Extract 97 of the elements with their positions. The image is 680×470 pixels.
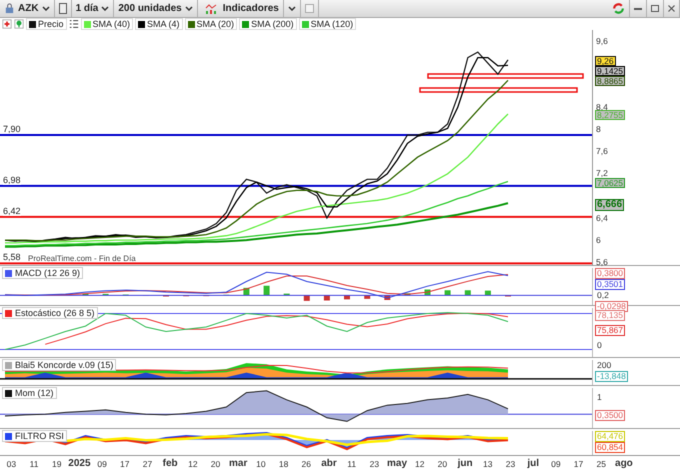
date-axis-label: 11: [28, 458, 40, 468]
axis-tick-label: 0: [595, 340, 604, 351]
date-axis-label: 20: [210, 458, 222, 468]
symbol-dropdown[interactable]: AZK: [0, 0, 55, 17]
legend-label: SMA (200): [251, 19, 294, 29]
indicator-title[interactable]: Blai5 Koncorde v.09 (15): [2, 359, 116, 371]
maximize-icon: [651, 5, 659, 12]
legend-item[interactable]: SMA (20): [184, 18, 238, 30]
axis-tick-label: 200: [595, 360, 614, 371]
legend-item[interactable]: Precio: [26, 18, 67, 30]
value-tag: 0,3800: [595, 268, 625, 279]
date-axis-label: ago: [614, 458, 634, 469]
axis-tick-label: 8: [596, 125, 601, 134]
source-text: ProRealTime.com - Fin de Día: [28, 254, 136, 263]
axis-tick-label: 6: [596, 236, 601, 245]
document-icon: [58, 3, 67, 14]
indicator-title[interactable]: Mom (12): [2, 387, 57, 399]
date-axis-label: 26: [300, 458, 312, 468]
indicator-title[interactable]: FILTRO RSI: [2, 430, 67, 442]
date-axis-label: feb: [162, 458, 179, 469]
caret-icon: [288, 6, 296, 11]
units-dropdown[interactable]: 200 unidades: [114, 0, 198, 17]
indicator-title[interactable]: Estocástico (26 8 5): [2, 307, 98, 319]
date-axis-label: mar: [228, 458, 248, 469]
date-axis-label: may: [386, 458, 408, 469]
axis-tick-label: 7,6: [596, 147, 608, 156]
date-axis-label: 27: [142, 458, 154, 468]
indicator-title-text: MACD (12 26 9): [15, 268, 80, 278]
value-tag: 60,854: [595, 442, 625, 453]
level-label: 6,42: [3, 206, 21, 216]
caret-icon: [101, 6, 110, 11]
value-tag: 0,3500: [595, 410, 625, 420]
legend-item[interactable]: SMA (4): [135, 18, 183, 30]
date-axis-label: jun: [456, 458, 474, 469]
date-axis-label: abr: [320, 458, 338, 469]
caret-icon: [184, 6, 193, 11]
legend-label: SMA (4): [147, 19, 180, 29]
indicator-title-text: FILTRO RSI: [15, 431, 64, 441]
date-axis-label: 20: [436, 458, 448, 468]
legend-item[interactable]: SMA (200): [239, 18, 297, 30]
minimize-icon: [634, 8, 642, 10]
date-axis-label: 23: [504, 458, 516, 468]
level-label: 6,98: [3, 174, 21, 185]
date-axis-label: 23: [368, 458, 380, 468]
legend-label: SMA (40): [92, 19, 130, 29]
axis-tick-label: 1: [595, 392, 604, 402]
value-tag: 6,666: [595, 199, 624, 212]
indicators-button[interactable]: Indicadores: [198, 0, 284, 17]
date-axis-label: 11: [346, 458, 358, 468]
level-label: 7,90: [3, 124, 21, 134]
date-axis-label: 12: [187, 458, 199, 468]
lock-icon: [4, 3, 15, 14]
legend-label: SMA (20): [196, 19, 234, 29]
date-axis-label: 18: [278, 458, 290, 468]
date-axis-label: 03: [6, 458, 18, 468]
close-icon: [668, 5, 675, 12]
axis-tick-label: 7,2: [596, 169, 608, 178]
date-axis-label: 17: [119, 458, 131, 468]
indicator-title[interactable]: MACD (12 26 9): [2, 267, 84, 279]
axis-tick-label: 5,6: [596, 258, 608, 267]
value-tag: 8,8865: [595, 76, 625, 86]
level-label: 5,58: [3, 252, 21, 262]
list-icon: [68, 19, 79, 29]
value-tag: 0,3501: [595, 279, 625, 290]
date-axis-label: 2025: [68, 458, 91, 469]
axis-tick-label: 6,4: [596, 214, 608, 222]
value-tag: 7,0625: [595, 178, 625, 188]
value-tag: 8,2755: [595, 110, 625, 120]
indicator-title-text: Estocástico (26 8 5): [15, 308, 95, 318]
caret-icon: [42, 6, 50, 11]
indicator-title-text: Mom (12): [15, 388, 54, 398]
window-icon: [304, 4, 314, 13]
value-tag: 75,867: [595, 325, 625, 336]
legend-label: Precio: [38, 19, 64, 29]
date-axis-label: 13: [482, 458, 494, 468]
period-dropdown[interactable]: 1 día: [72, 0, 114, 17]
legend-label: SMA (120): [310, 19, 354, 29]
indicator-title-text: Blai5 Koncorde v.09 (15): [15, 360, 114, 370]
value-tag: 64,476: [595, 431, 625, 442]
date-axis-label: 09: [550, 458, 562, 468]
date-axis-label: 09: [96, 458, 108, 468]
axis-tick-label: 9,6: [596, 36, 608, 46]
legend-item[interactable]: SMA (40): [80, 18, 134, 30]
date-axis-label: 17: [572, 458, 584, 468]
date-axis-label: 12: [414, 458, 426, 468]
value-tag: 9,26: [595, 56, 616, 66]
date-axis-label: 25: [595, 458, 607, 468]
refresh-icon: [612, 2, 625, 15]
value-tag: -13,848: [595, 371, 628, 382]
legend-item[interactable]: SMA (120): [298, 18, 356, 30]
axis-tick-label: 0,2: [595, 290, 611, 301]
axis-tick-label: 8,4: [596, 102, 608, 112]
value-tag: 78,135: [595, 310, 625, 321]
date-axis-label: 19: [50, 458, 62, 468]
date-axis-label: jul: [526, 458, 540, 469]
date-axis-label: 10: [255, 458, 267, 468]
value-tag: 9,1425: [595, 66, 625, 76]
